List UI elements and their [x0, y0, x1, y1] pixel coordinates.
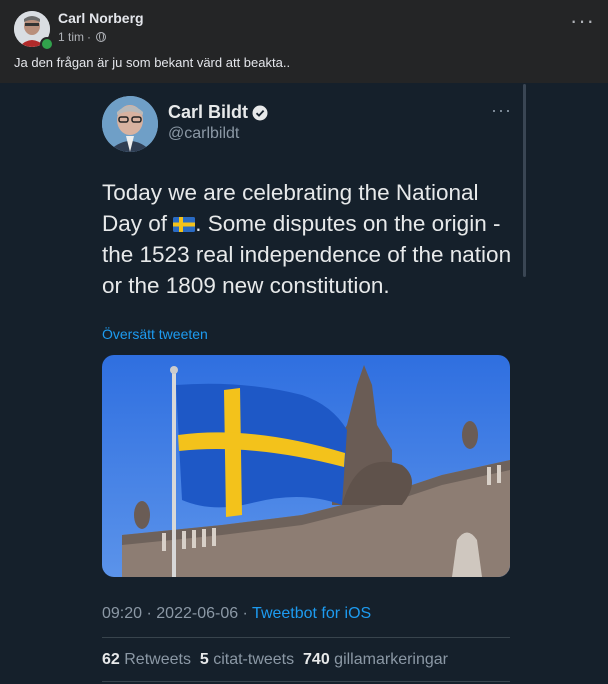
tweet-more-icon: ···: [491, 100, 512, 120]
tweet-client-link: Tweetbot for iOS: [252, 605, 372, 622]
post-author-name[interactable]: Carl Norberg: [58, 10, 144, 26]
tweet-author-name: Carl Bildt: [168, 102, 268, 123]
tweet-author-avatar: [102, 96, 158, 152]
divider: [102, 637, 510, 638]
tweet-photo: [102, 355, 510, 577]
post-meta: 1 tim ·: [58, 30, 107, 44]
tweet-time: 09:20: [102, 605, 143, 622]
post-time[interactable]: 1 tim: [58, 30, 84, 44]
retweets-count: 62: [102, 651, 120, 668]
globe-icon: [96, 32, 107, 42]
quotes-label: citat-tweets: [213, 651, 295, 668]
meta-separator: ·: [87, 30, 92, 44]
translate-tweet-link: Översätt tweeten: [102, 326, 208, 342]
tweet-footer: 09:20 · 2022-06-06 · Tweetbot for iOS: [102, 605, 372, 622]
verified-badge-icon: [252, 105, 268, 120]
retweets-label: Retweets: [124, 651, 191, 668]
quotes-count: 5: [199, 651, 209, 668]
more-options-icon[interactable]: ···: [570, 10, 595, 32]
post-header: Carl Norberg 1 tim · ··· Ja den frågan ä…: [0, 0, 608, 82]
tweet-author-name-text: Carl Bildt: [168, 102, 249, 122]
likes-label: gillamarkeringar: [334, 651, 448, 668]
likes-count: 740: [303, 651, 330, 668]
online-status-dot: [40, 37, 54, 51]
tweet-stats: 62 Retweets 5 citat-tweets 740 gillamark…: [102, 651, 448, 669]
tweet-author-handle: @carlbildt: [168, 125, 240, 142]
tweet-date: 2022-06-06: [156, 605, 239, 622]
sweden-flag-icon: [173, 217, 196, 232]
scrollbar: [523, 84, 526, 277]
post-text: Ja den frågan är ju som bekant värd att …: [14, 55, 291, 70]
tweet-text: Today we are celebrating the National Da…: [102, 177, 512, 301]
divider: [102, 681, 510, 682]
